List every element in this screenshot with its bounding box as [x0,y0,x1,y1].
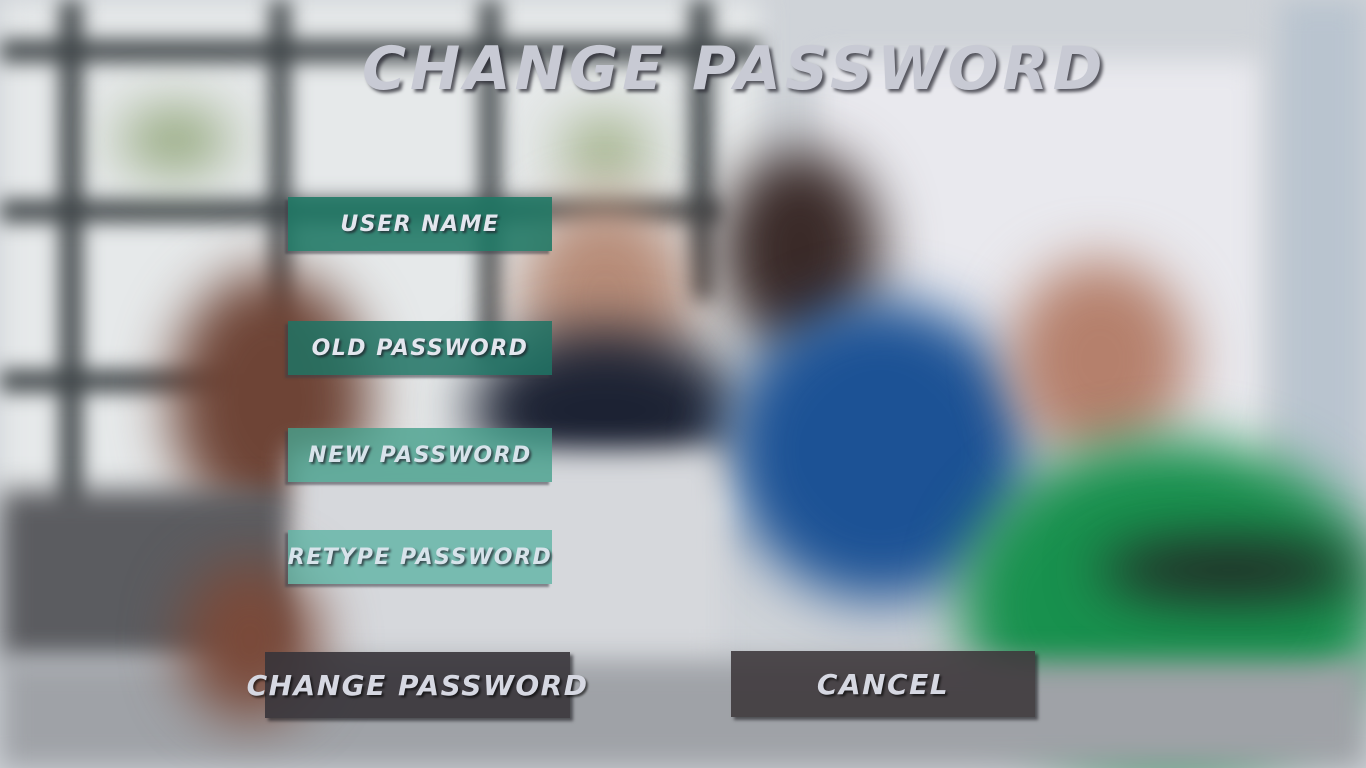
background-photo [0,0,1366,768]
retype-password-label: RETYPE PASSWORD [287,544,553,570]
change-password-button-label: CHANGE PASSWORD [246,668,589,702]
page-title: CHANGE PASSWORD [362,34,1107,104]
old-password-label: OLD PASSWORD [311,335,529,361]
retype-password-field[interactable]: RETYPE PASSWORD [288,530,552,584]
cancel-button-label: CANCEL [816,667,950,701]
user-name-label: USER NAME [340,211,500,237]
user-name-field[interactable]: USER NAME [288,197,552,251]
change-password-button[interactable]: CHANGE PASSWORD [247,652,587,718]
new-password-label: NEW PASSWORD [308,442,532,468]
cancel-button[interactable]: CANCEL [731,651,1035,717]
new-password-field[interactable]: NEW PASSWORD [288,428,552,482]
old-password-field[interactable]: OLD PASSWORD [288,321,552,375]
